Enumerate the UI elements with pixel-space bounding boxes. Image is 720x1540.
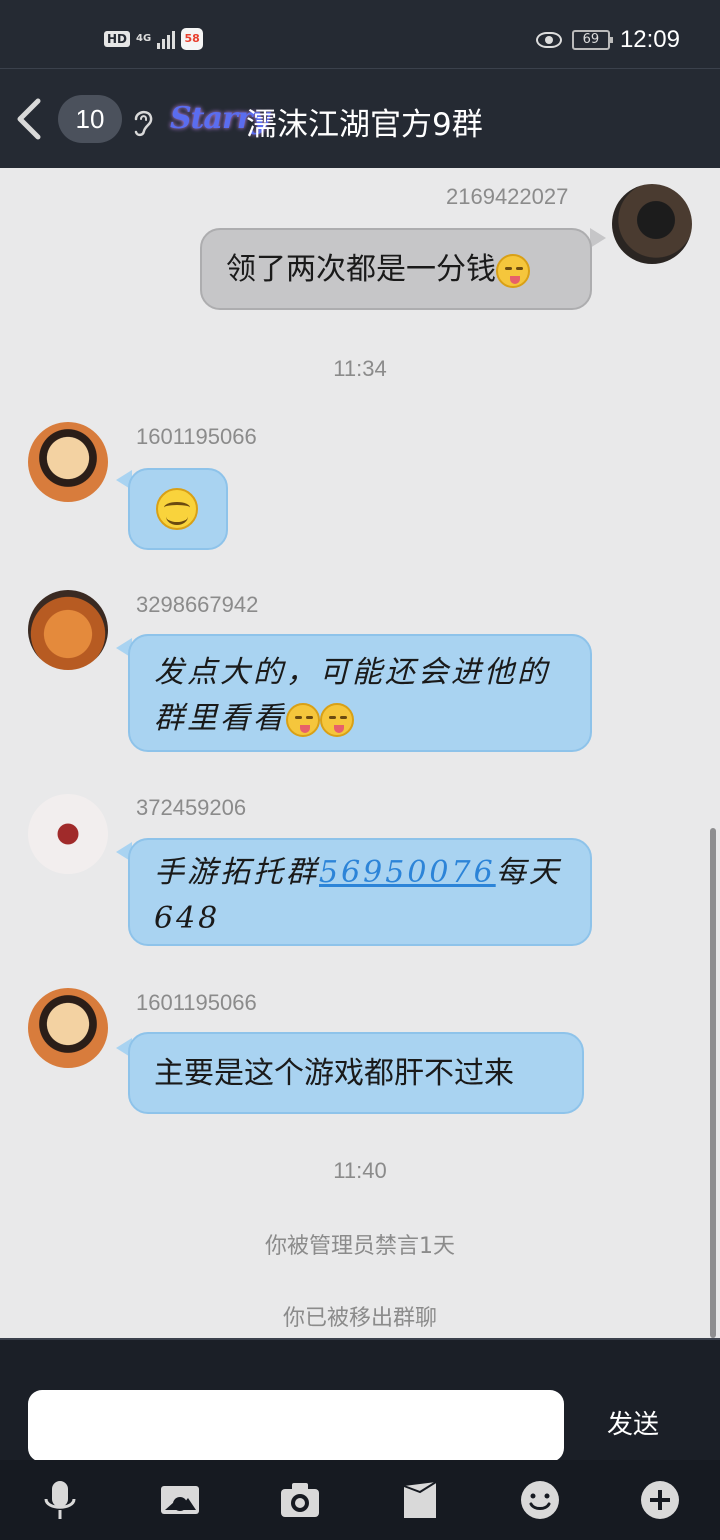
system-message: 你被管理员禁言1天	[265, 1234, 455, 1259]
avatar[interactable]	[28, 988, 108, 1068]
message-text: 每天	[495, 855, 562, 890]
app-notification-icon: 58	[181, 28, 204, 50]
file-button[interactable]	[398, 1478, 442, 1522]
sender-id: 1601195066	[136, 990, 257, 1015]
group-number-link[interactable]: 56950076	[319, 855, 496, 890]
smile-emoji-icon	[156, 488, 198, 530]
sender-id: 2169422027	[446, 184, 569, 209]
sender-id: 372459206	[136, 795, 247, 820]
bubble-tail	[590, 228, 606, 248]
message-text: 群里看看	[154, 701, 286, 736]
message-bubble[interactable]	[128, 468, 228, 550]
back-arrow-icon	[17, 98, 41, 140]
emoji-button[interactable]	[518, 1478, 562, 1522]
message-text: 手游拓托群	[154, 855, 319, 890]
network-type: 4G	[136, 33, 152, 44]
message-text: 主要是这个游戏都肝不过来	[154, 1056, 514, 1091]
avatar[interactable]	[28, 422, 108, 502]
avatar[interactable]	[612, 184, 692, 264]
group-title[interactable]: 濡沫江湖官方9群	[246, 99, 483, 144]
send-button[interactable]: 发送	[590, 1400, 676, 1450]
back-button[interactable]	[12, 95, 48, 143]
message-bubble[interactable]: 主要是这个游戏都肝不过来	[128, 1032, 584, 1114]
timestamp: 11:34	[333, 356, 387, 381]
status-left: HD 4G 58	[104, 28, 204, 50]
input-area: 发送	[0, 1338, 720, 1462]
message-text: 领了两次都是一分钱	[226, 252, 496, 287]
file-icon	[403, 1481, 437, 1518]
message-bubble[interactable]: 领了两次都是一分钱	[200, 228, 592, 310]
unread-count-badge[interactable]: 10	[58, 95, 122, 143]
message-text: 发点大的，可能还会进他的	[154, 655, 550, 690]
sender-id: 1601195066	[136, 424, 257, 449]
scrollbar[interactable]	[710, 828, 716, 1338]
tongue-emoji-icon	[320, 703, 354, 737]
mic-button[interactable]	[38, 1478, 82, 1522]
mic-icon	[44, 1481, 76, 1519]
title-bar: 10 Starry 濡沫江湖官方9群	[0, 68, 720, 168]
system-message: 你已被移出群聊	[282, 1306, 437, 1331]
avatar[interactable]	[28, 590, 108, 670]
avatar[interactable]	[28, 794, 108, 874]
signal-icon	[157, 29, 176, 49]
input-toolbar	[0, 1460, 720, 1540]
ear-icon[interactable]	[128, 105, 158, 139]
message-text: 648	[154, 901, 221, 936]
message-bubble[interactable]: 手游拓托群56950076每天 648	[128, 838, 592, 946]
clock: 12:09	[619, 26, 680, 53]
camera-icon	[281, 1483, 319, 1517]
tongue-emoji-icon	[496, 253, 530, 288]
message-input[interactable]	[28, 1390, 564, 1462]
emoji-icon	[521, 1481, 559, 1519]
plus-icon	[641, 1481, 679, 1519]
eye-comfort-icon	[535, 32, 562, 48]
image-icon	[161, 1486, 199, 1514]
message-bubble[interactable]: 发点大的，可能还会进他的 群里看看	[128, 634, 592, 752]
timestamp: 11:40	[333, 1158, 387, 1183]
plus-button[interactable]	[638, 1478, 682, 1522]
image-button[interactable]	[158, 1478, 202, 1522]
camera-button[interactable]	[278, 1478, 322, 1522]
chat-area[interactable]: 2169422027 领了两次都是一分钱 11:34 1601195066 32…	[0, 168, 720, 1338]
tongue-emoji-icon	[286, 703, 320, 737]
status-right: 69 12:09	[535, 26, 680, 54]
status-bar: HD 4G 58 69 12:09	[0, 0, 720, 68]
hd-icon: HD	[104, 31, 131, 47]
sender-id: 3298667942	[136, 592, 259, 617]
battery-icon: 69	[571, 30, 613, 50]
